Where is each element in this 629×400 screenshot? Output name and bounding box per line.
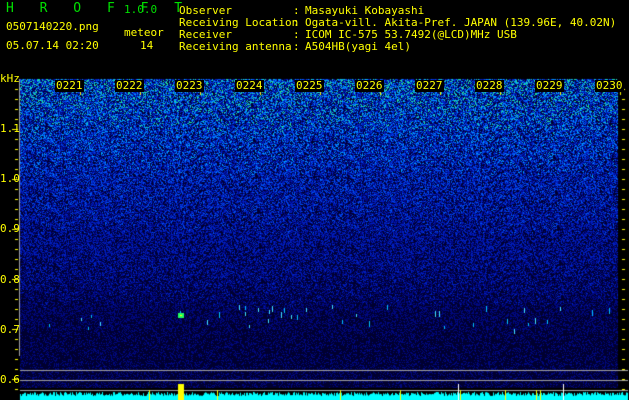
time-label: 0223 xyxy=(175,79,204,92)
time-label: 0226 xyxy=(355,79,384,92)
y-tick-label: 1.1 xyxy=(0,122,20,135)
filename: 0507140220.png xyxy=(6,20,99,33)
time-label: 0228 xyxy=(475,79,504,92)
y-axis-unit: kHz xyxy=(0,72,20,85)
info-label-antenna: Receiving antenna xyxy=(179,40,292,53)
app-title: H R O F F T xyxy=(6,1,192,16)
meteor-count: 14 xyxy=(140,39,154,52)
time-label: 0221 xyxy=(55,79,84,92)
y-tick-label: 0.7 xyxy=(0,322,20,336)
spectrogram-canvas xyxy=(0,0,629,400)
time-label: 0222 xyxy=(115,79,144,92)
app-version: 1.0.0 xyxy=(124,3,158,16)
meteor-label: meteor xyxy=(124,26,164,39)
time-label: 0229 xyxy=(535,79,564,92)
datetime: 05.07.14 02:20 xyxy=(6,39,99,52)
y-tick-label: 0.9 xyxy=(0,222,20,236)
time-label: 0227 xyxy=(415,79,444,92)
y-tick-label: 1.0 xyxy=(0,172,20,186)
y-tick-label: 0.8 xyxy=(0,272,20,286)
info-value-antenna: A504HB(yagi 4el) xyxy=(305,40,411,53)
y-tick-label: 0.6 xyxy=(0,373,20,386)
time-label: 0224 xyxy=(235,79,264,92)
time-label: 0230 xyxy=(595,79,624,92)
time-label: 0225 xyxy=(295,79,324,92)
